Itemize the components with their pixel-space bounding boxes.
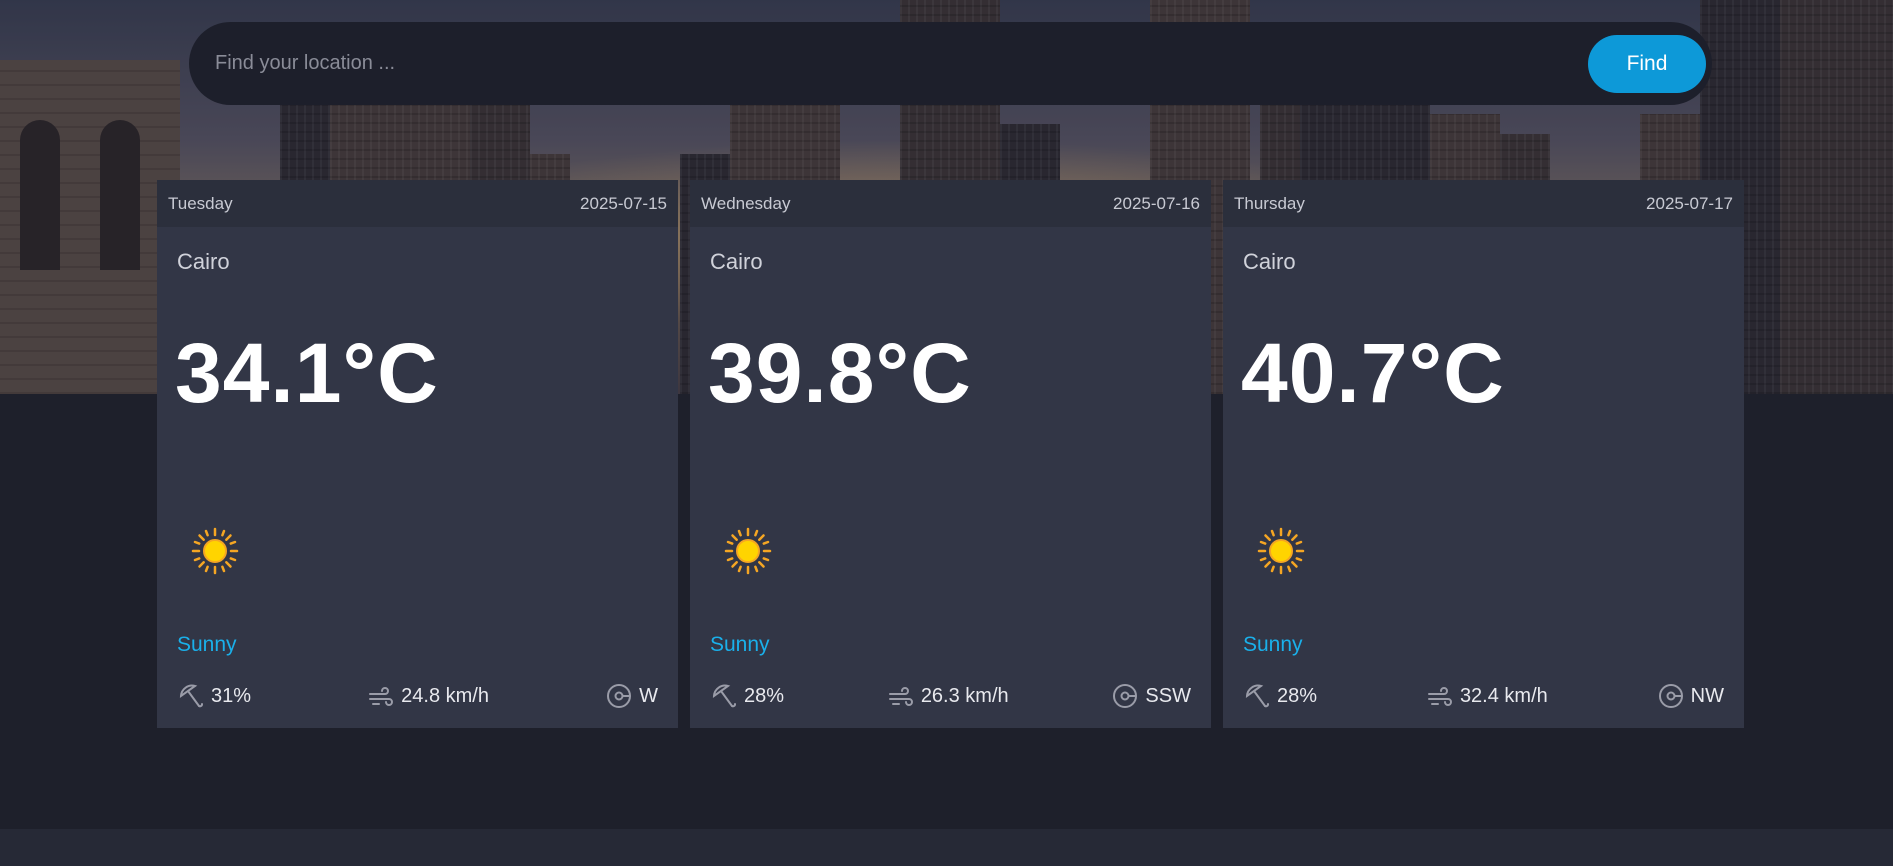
city-name: Cairo: [1243, 249, 1296, 274]
forecast-cards: Tuesday 2025-07-15 Cairo 34.1°C Sunny 31…: [157, 180, 1744, 728]
city-name: Cairo: [710, 249, 763, 274]
sun-icon: [191, 527, 239, 575]
compass-icon: [1658, 684, 1683, 708]
wind-speed-stat: 24.8 km/h: [367, 682, 489, 710]
wind-direction-stat: SSW: [1111, 682, 1191, 710]
compass-icon: [1113, 684, 1138, 708]
sun-icon: [724, 527, 772, 575]
forecast-card: Tuesday 2025-07-15 Cairo 34.1°C Sunny 31…: [157, 180, 678, 728]
wind-speed-value: 26.3 km/h: [920, 684, 1009, 707]
wind-icon: [888, 687, 913, 706]
wind-direction-value: W: [639, 684, 658, 707]
wind-direction-stat: W: [605, 682, 658, 710]
date-label: 2025-07-16: [1113, 193, 1200, 213]
wind-icon: [1427, 687, 1452, 706]
humidity-value: 28%: [1277, 684, 1318, 707]
umbrella-icon: [712, 684, 736, 708]
temperature: 34.1°C: [175, 326, 439, 420]
wind-speed-value: 24.8 km/h: [401, 684, 489, 707]
location-search-input[interactable]: [215, 33, 1588, 94]
card-header: Wednesday 2025-07-16: [690, 180, 1211, 227]
condition-text: Sunny: [1243, 633, 1303, 656]
wind-speed-stat: 26.3 km/h: [887, 682, 1009, 710]
weather-stats: 31% 24.8 km/h W: [177, 681, 658, 711]
umbrella-icon: [1245, 684, 1269, 708]
humidity-stat: 28%: [1243, 682, 1317, 710]
card-header: Thursday 2025-07-17: [1223, 180, 1744, 227]
search-bar: Find: [189, 22, 1712, 105]
wind-speed-value: 32.4 km/h: [1459, 684, 1548, 707]
date-label: 2025-07-15: [580, 193, 667, 213]
footer-strip: [0, 829, 1893, 866]
city-name: Cairo: [177, 249, 230, 274]
date-label: 2025-07-17: [1646, 193, 1733, 213]
temperature: 40.7°C: [1241, 326, 1505, 420]
wind-direction-value: SSW: [1145, 684, 1191, 707]
wind-speed-stat: 32.4 km/h: [1426, 682, 1548, 710]
find-button[interactable]: Find: [1588, 34, 1706, 93]
card-header: Tuesday 2025-07-15: [157, 180, 678, 227]
humidity-stat: 31%: [177, 682, 251, 710]
compass-icon: [607, 684, 632, 708]
temperature: 39.8°C: [708, 326, 972, 420]
wind-icon: [369, 687, 394, 706]
day-label: Wednesday: [701, 193, 791, 213]
forecast-card: Wednesday 2025-07-16 Cairo 39.8°C Sunny …: [690, 180, 1211, 728]
weather-stats: 28% 26.3 km/h SSW: [710, 681, 1191, 711]
humidity-stat: 28%: [710, 682, 784, 710]
humidity-value: 31%: [211, 684, 252, 707]
humidity-value: 28%: [744, 684, 785, 707]
sun-icon: [1257, 527, 1305, 575]
wind-direction-stat: NW: [1657, 682, 1724, 710]
forecast-card: Thursday 2025-07-17 Cairo 40.7°C Sunny 2…: [1223, 180, 1744, 728]
condition-text: Sunny: [710, 633, 770, 656]
umbrella-icon: [179, 684, 203, 708]
condition-text: Sunny: [177, 633, 237, 656]
day-label: Thursday: [1234, 193, 1305, 213]
wind-direction-value: NW: [1690, 684, 1724, 707]
day-label: Tuesday: [168, 193, 233, 213]
weather-stats: 28% 32.4 km/h NW: [1243, 681, 1724, 711]
